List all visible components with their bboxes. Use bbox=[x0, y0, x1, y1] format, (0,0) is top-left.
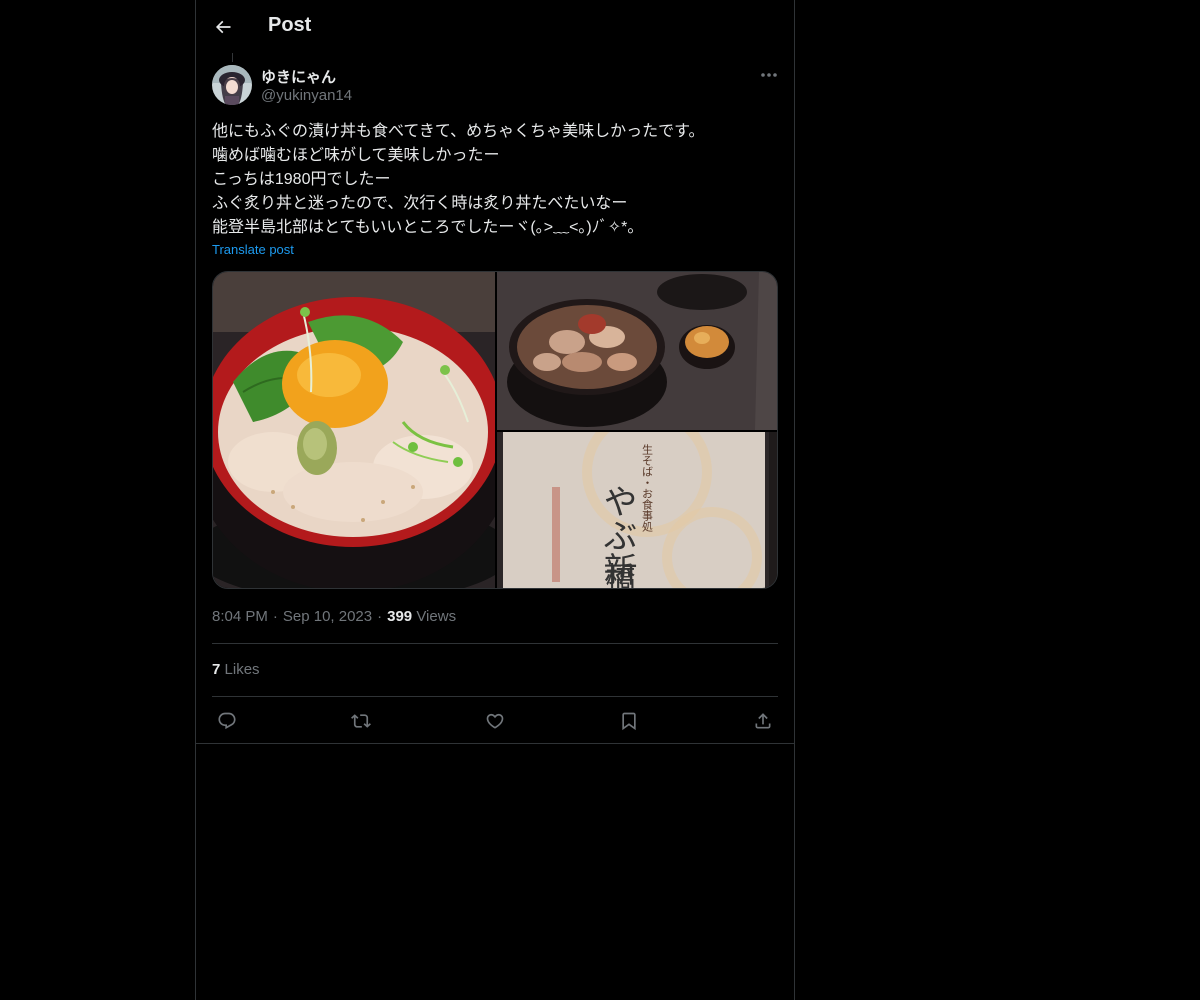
post-column: Post ゆきにゃん @yukinyan14 他にもふぐの漬け丼も食べてきて、め… bbox=[195, 0, 795, 1000]
bookmark-button[interactable] bbox=[614, 706, 644, 736]
media-photo-donburi[interactable] bbox=[213, 272, 495, 588]
post-date[interactable]: Sep 10, 2023 bbox=[283, 608, 372, 625]
post-text: 他にもふぐの漬け丼も食べてきて、めちゃくちゃ美味しかったです。 噛めば噛むほど味… bbox=[212, 120, 778, 240]
heart-icon bbox=[486, 713, 504, 729]
more-horizontal-icon bbox=[761, 73, 777, 77]
like-button[interactable] bbox=[480, 706, 510, 736]
likes-label: Likes bbox=[224, 661, 260, 678]
post-text-line: こっちは1980円でしたー bbox=[212, 171, 391, 188]
back-button[interactable] bbox=[208, 12, 238, 42]
arrow-left-icon bbox=[215, 20, 231, 34]
post-text-line: 他にもふぐの漬け丼も食べてきて、めちゃくちゃ美味しかったです。 bbox=[212, 123, 705, 140]
media-grid: やぶ新 橋店 生そば・お食事処 bbox=[212, 271, 778, 589]
repost-button[interactable] bbox=[346, 706, 376, 736]
meta-separator: · bbox=[272, 608, 278, 625]
views-count: 399 bbox=[387, 608, 413, 625]
share-button[interactable] bbox=[748, 706, 778, 736]
bookmark-icon bbox=[622, 712, 636, 731]
views-label: Views bbox=[416, 608, 457, 625]
action-bar bbox=[212, 706, 778, 736]
media-photo-menu-dish[interactable] bbox=[497, 272, 777, 430]
reply-icon bbox=[218, 712, 236, 730]
author-display-name[interactable]: ゆきにゃん bbox=[261, 66, 336, 87]
menu-sign-text: 橋店 bbox=[600, 562, 636, 589]
reply-button[interactable] bbox=[212, 706, 242, 736]
likes-stat[interactable]: 7 Likes bbox=[212, 661, 260, 678]
meta-separator: · bbox=[377, 608, 383, 625]
post-text-line: 能登半島北部はとてもいいところでしたーヾ(｡>﹏<｡)ﾉﾞ✧*。 bbox=[212, 219, 644, 236]
post-header: Post bbox=[196, 0, 794, 53]
post-text-line: 噛めば噛むほど味がして美味しかったー bbox=[212, 147, 500, 164]
post-text-line: ふぐ炙り丼と迷ったので、次行く時は炙り丼たべたいなー bbox=[212, 195, 628, 212]
repost-icon bbox=[351, 714, 371, 728]
share-icon bbox=[755, 713, 771, 729]
post-bottom-border bbox=[196, 743, 794, 744]
more-options-button[interactable] bbox=[756, 64, 782, 86]
thread-connector-line bbox=[232, 53, 233, 62]
likes-count: 7 bbox=[212, 661, 221, 678]
translate-post-link[interactable]: Translate post bbox=[212, 242, 294, 257]
avatar[interactable] bbox=[212, 65, 252, 105]
post-time[interactable]: 8:04 PM bbox=[212, 608, 268, 625]
media-photo-menu-cover[interactable]: やぶ新 橋店 生そば・お食事処 bbox=[497, 432, 777, 589]
author-handle[interactable]: @yukinyan14 bbox=[261, 87, 352, 104]
page-title: Post bbox=[268, 14, 312, 36]
divider bbox=[212, 696, 778, 697]
divider bbox=[212, 643, 778, 644]
post-meta: 8:04 PM · Sep 10, 2023 · 399 Views bbox=[212, 608, 456, 625]
menu-small-text: 生そば・お食事処 bbox=[641, 443, 654, 533]
